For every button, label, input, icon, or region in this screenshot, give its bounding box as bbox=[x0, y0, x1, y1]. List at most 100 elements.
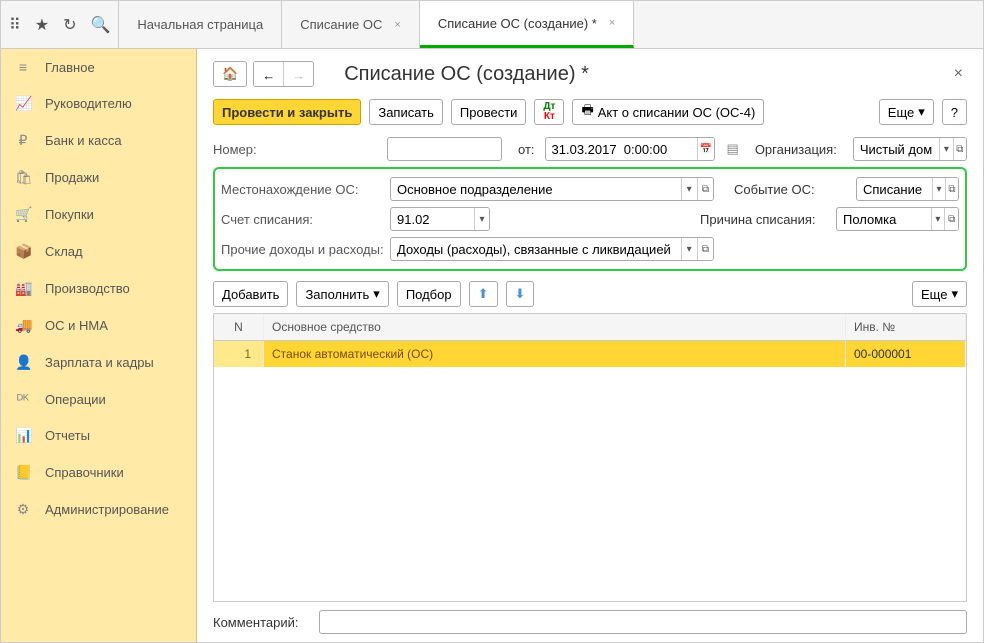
tab-label: Списание ОС (создание) * bbox=[438, 16, 597, 31]
sidebar-item-main[interactable]: ≡ Главное bbox=[1, 49, 196, 85]
sidebar-item-label: Операции bbox=[45, 392, 106, 407]
table-row[interactable]: 1 Станок автоматический (ОС) 00-000001 bbox=[214, 341, 966, 367]
cell-name: Станок автоматический (ОС) bbox=[264, 341, 846, 367]
col-inv[interactable]: Инв. № bbox=[846, 314, 966, 340]
cell-n: 1 bbox=[214, 341, 264, 367]
forward-button[interactable]: → bbox=[284, 62, 313, 87]
open-icon[interactable]: ⧉ bbox=[697, 238, 713, 260]
help-button[interactable]: ? bbox=[942, 99, 967, 125]
sidebar-item-sales[interactable]: 🛍 Продажи bbox=[1, 159, 196, 196]
org-label: Организация: bbox=[755, 142, 847, 157]
post-button[interactable]: Провести bbox=[451, 99, 527, 125]
open-icon[interactable]: ⧉ bbox=[945, 178, 958, 200]
sidebar-item-purchases[interactable]: 🛒Покупки bbox=[1, 196, 196, 233]
sidebar-item-bank[interactable]: ₽Банк и касса bbox=[1, 122, 196, 159]
sidebar-item-label: Склад bbox=[45, 244, 83, 259]
chevron-down-icon[interactable]: ▾ bbox=[681, 238, 697, 260]
menu-icon: ≡ bbox=[15, 59, 31, 75]
back-button[interactable]: ← bbox=[254, 62, 284, 87]
sidebar-item-operations[interactable]: ᴰᴷОперации bbox=[1, 381, 196, 417]
sidebar-item-label: Отчеты bbox=[45, 428, 90, 443]
comment-label: Комментарий: bbox=[213, 615, 313, 630]
calendar-icon[interactable]: 📅 bbox=[697, 138, 713, 160]
chart-icon: 📈 bbox=[15, 95, 31, 112]
close-icon[interactable]: × bbox=[394, 19, 400, 31]
main-content: 🏠 ← → Списание ОС (создание) * × Провест… bbox=[197, 49, 983, 642]
org-input[interactable] bbox=[854, 138, 939, 160]
location-input[interactable] bbox=[391, 178, 681, 200]
tab-home[interactable]: Начальная страница bbox=[119, 1, 282, 48]
chevron-down-icon: ▾ bbox=[918, 104, 925, 120]
add-button[interactable]: Добавить bbox=[213, 281, 288, 307]
post-close-button[interactable]: Провести и закрыть bbox=[213, 99, 361, 125]
print-act-button[interactable]: 🖶Акт о списании ОС (ОС-4) bbox=[572, 99, 764, 125]
close-button[interactable]: × bbox=[950, 65, 967, 83]
table-more-button[interactable]: Еще▾ bbox=[912, 281, 967, 307]
search-icon[interactable]: 🔍 bbox=[90, 15, 110, 35]
account-input[interactable] bbox=[391, 208, 474, 230]
highlighted-section: Местонахождение ОС: ▾ ⧉ Событие ОС: ▾ ⧉ … bbox=[213, 167, 967, 271]
sidebar: ≡ Главное 📈Руководителю ₽Банк и касса 🛍 Пр… bbox=[1, 49, 197, 642]
comment-input[interactable] bbox=[320, 611, 966, 633]
doc-icon[interactable]: ▤ bbox=[727, 141, 739, 157]
move-up-button[interactable]: ⬆ bbox=[469, 281, 498, 307]
chevron-down-icon[interactable]: ▾ bbox=[474, 208, 489, 230]
open-icon[interactable]: ⧉ bbox=[953, 138, 966, 160]
sidebar-item-label: Продажи bbox=[45, 170, 99, 185]
move-down-button[interactable]: ⬇ bbox=[506, 281, 535, 307]
sidebar-item-manager[interactable]: 📈Руководителю bbox=[1, 85, 196, 122]
sidebar-item-label: Главное bbox=[45, 60, 95, 75]
sidebar-item-admin[interactable]: ⚙ Администрирование bbox=[1, 491, 196, 528]
open-icon[interactable]: ⧉ bbox=[697, 178, 713, 200]
tab-writeoff[interactable]: Списание ОС × bbox=[282, 1, 420, 48]
bars-icon: 📊 bbox=[15, 427, 31, 444]
sidebar-item-label: ОС и НМА bbox=[45, 318, 108, 333]
reason-input[interactable] bbox=[837, 208, 931, 230]
write-button[interactable]: Записать bbox=[369, 99, 443, 125]
fill-button[interactable]: Заполнить▾ bbox=[296, 281, 388, 307]
chevron-down-icon[interactable]: ▾ bbox=[939, 138, 952, 160]
open-icon[interactable]: ⧉ bbox=[944, 208, 958, 230]
home-button[interactable]: 🏠 bbox=[213, 61, 247, 87]
sidebar-item-warehouse[interactable]: 📦 Склад bbox=[1, 233, 196, 270]
number-input[interactable] bbox=[388, 138, 501, 160]
box-icon: 📦 bbox=[15, 243, 31, 260]
more-button[interactable]: Еще▾ bbox=[879, 99, 934, 125]
sidebar-item-label: Администрирование bbox=[45, 502, 169, 517]
sidebar-item-assets[interactable]: 🚚ОС и НМА bbox=[1, 307, 196, 344]
sidebar-item-label: Справочники bbox=[45, 465, 124, 480]
cell-inv: 00-000001 bbox=[846, 341, 966, 367]
from-label: от: bbox=[518, 142, 535, 157]
person-icon: 👤 bbox=[15, 354, 31, 371]
reason-label: Причина списания: bbox=[700, 212, 830, 227]
chevron-down-icon[interactable]: ▾ bbox=[931, 208, 945, 230]
factory-icon: 🏭 bbox=[15, 280, 31, 297]
other-input[interactable] bbox=[391, 238, 681, 260]
tab-label: Списание ОС bbox=[300, 17, 382, 32]
location-label: Местонахождение ОС: bbox=[221, 182, 384, 197]
sidebar-item-reports[interactable]: 📊 Отчеты bbox=[1, 417, 196, 454]
sidebar-item-production[interactable]: 🏭Производство bbox=[1, 270, 196, 307]
history-icon[interactable]: ↻ bbox=[63, 15, 76, 35]
cart-icon: 🛒 bbox=[15, 206, 31, 223]
close-icon[interactable]: × bbox=[609, 17, 615, 29]
account-label: Счет списания: bbox=[221, 212, 384, 227]
dk-button[interactable]: ДтКт bbox=[534, 99, 564, 125]
star-icon[interactable]: ★ bbox=[35, 15, 49, 35]
pick-button[interactable]: Подбор bbox=[397, 281, 461, 307]
tab-writeoff-create[interactable]: Списание ОС (создание) * × bbox=[420, 1, 634, 48]
apps-icon[interactable]: ⠿ bbox=[9, 15, 21, 35]
number-label: Номер: bbox=[213, 142, 381, 157]
col-n[interactable]: N bbox=[214, 314, 264, 340]
chevron-down-icon[interactable]: ▾ bbox=[681, 178, 697, 200]
bag-icon: 🛍 bbox=[15, 169, 31, 186]
other-label: Прочие доходы и расходы: bbox=[221, 242, 384, 257]
event-input[interactable] bbox=[857, 178, 932, 200]
gear-icon: ⚙ bbox=[15, 501, 31, 518]
chevron-down-icon[interactable]: ▾ bbox=[932, 178, 945, 200]
sidebar-item-catalogs[interactable]: 📒Справочники bbox=[1, 454, 196, 491]
sidebar-item-hr[interactable]: 👤Зарплата и кадры bbox=[1, 344, 196, 381]
col-name[interactable]: Основное средство bbox=[264, 314, 846, 340]
date-input[interactable] bbox=[546, 138, 698, 160]
tabs: Начальная страница Списание ОС × Списани… bbox=[119, 1, 634, 48]
